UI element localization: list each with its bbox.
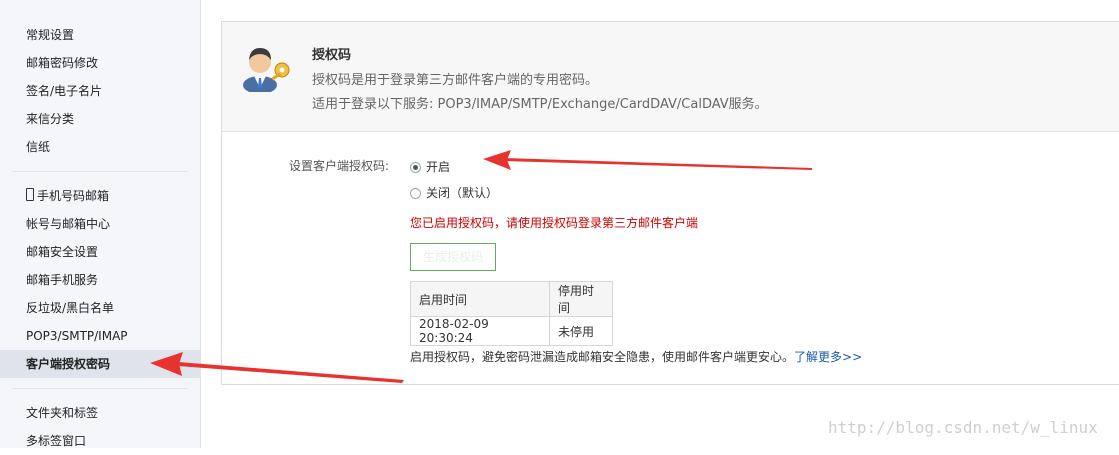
sidebar-item-mail-filter[interactable]: 来信分类 (0, 105, 200, 133)
page-title: 授权码 (312, 48, 352, 63)
sidebar-item-label: 邮箱安全设置 (26, 245, 99, 259)
column-header-disabled: 停用时间 (549, 281, 613, 317)
panel-header: 授权码 授权码是用于登录第三方邮件客户端的专用密码。 适用于登录以下服务: PO… (222, 22, 1119, 132)
sidebar-item-label: 文件夹和标签 (26, 406, 99, 420)
radio-disable[interactable]: 关闭（默认） (410, 184, 498, 201)
sidebar-item-label: 信纸 (26, 140, 51, 154)
sidebar-item-label: 常规设置 (26, 28, 75, 42)
sidebar-item-label: 帐号与邮箱中心 (26, 217, 111, 231)
auth-setting-label: 设置客户端授权码: (289, 159, 390, 173)
footer-tip-text: 启用授权码，避免密码泄漏造成邮箱安全隐患，使用邮件客户端更安心。 (410, 350, 795, 364)
sidebar-divider (12, 171, 188, 172)
radio-unchecked-icon[interactable] (410, 188, 421, 199)
sidebar-item-general[interactable]: 常规设置 (0, 21, 200, 49)
sidebar-item-folders[interactable]: 文件夹和标签 (0, 399, 200, 427)
header-description: 授权码是用于登录第三方邮件客户端的专用密码。 (312, 73, 599, 88)
radio-enable[interactable]: 开启 (410, 158, 450, 175)
header-services: 适用于登录以下服务: POP3/IMAP/SMTP/Exchange/CardD… (312, 97, 768, 112)
sidebar-item-label: 手机号码邮箱 (37, 189, 110, 203)
sidebar-item-signature[interactable]: 签名/电子名片 (0, 77, 200, 105)
column-header-enabled: 启用时间 (410, 281, 550, 317)
table-row: 2018-02-09 20:30:24 未停用 (410, 316, 613, 346)
auth-history-table: 启用时间 停用时间 2018-02-09 20:30:24 未停用 (410, 281, 613, 346)
footer-tip: 启用授权码，避免密码泄漏造成邮箱安全隐患，使用邮件客户端更安心。了解更多>> (410, 348, 862, 365)
sidebar-item-label: 反垃圾/黑白名单 (26, 301, 115, 315)
learn-more-link[interactable]: 了解更多>> (794, 350, 862, 364)
sidebar-item-stationery[interactable]: 信纸 (0, 133, 200, 161)
sidebar-item-label: 邮箱手机服务 (26, 273, 99, 287)
enabled-time-cell: 2018-02-09 20:30:24 (410, 316, 550, 346)
phone-icon (26, 188, 34, 201)
sidebar-item-password[interactable]: 邮箱密码修改 (0, 49, 200, 77)
sidebar-item-client-auth[interactable]: 客户端授权密码 (0, 350, 200, 378)
sidebar-item-label: 签名/电子名片 (26, 84, 103, 98)
radio-checked-icon[interactable] (410, 162, 421, 173)
watermark: http://blog.csdn.net/w_linux (828, 418, 1098, 437)
table-header-row: 启用时间 停用时间 (410, 281, 613, 317)
sidebar-item-account-center[interactable]: 帐号与邮箱中心 (0, 210, 200, 238)
sidebar-item-label: 多标签窗口 (26, 434, 87, 448)
sidebar-item-pop3-smtp-imap[interactable]: POP3/SMTP/IMAP (0, 322, 200, 350)
sidebar-item-label: 来信分类 (26, 112, 75, 126)
sidebar-item-label: 客户端授权密码 (26, 357, 111, 371)
enabled-notice: 您已启用授权码，请使用授权码登录第三方邮件客户端 (410, 216, 699, 230)
auth-code-panel: 授权码 授权码是用于登录第三方邮件客户端的专用密码。 适用于登录以下服务: PO… (221, 21, 1119, 385)
radio-disable-label: 关闭（默认） (426, 186, 499, 200)
sidebar-item-label: POP3/SMTP/IMAP (26, 329, 128, 343)
settings-sidebar: 常规设置 邮箱密码修改 签名/电子名片 来信分类 信纸 手机号码邮箱 帐号与邮箱… (0, 0, 201, 448)
sidebar-item-phone-mailbox[interactable]: 手机号码邮箱 (0, 182, 200, 210)
generate-auth-code-button[interactable]: 生成授权码 (410, 243, 496, 271)
sidebar-item-antispam[interactable]: 反垃圾/黑白名单 (0, 294, 200, 322)
sidebar-item-mobile-service[interactable]: 邮箱手机服务 (0, 266, 200, 294)
sidebar-divider (12, 388, 188, 389)
disabled-time-cell: 未停用 (549, 316, 613, 346)
radio-enable-label: 开启 (426, 160, 451, 174)
sidebar-item-security[interactable]: 邮箱安全设置 (0, 238, 200, 266)
sidebar-item-label: 邮箱密码修改 (26, 56, 99, 70)
user-key-icon (243, 48, 290, 92)
sidebar-item-multi-tab[interactable]: 多标签窗口 (0, 427, 200, 455)
